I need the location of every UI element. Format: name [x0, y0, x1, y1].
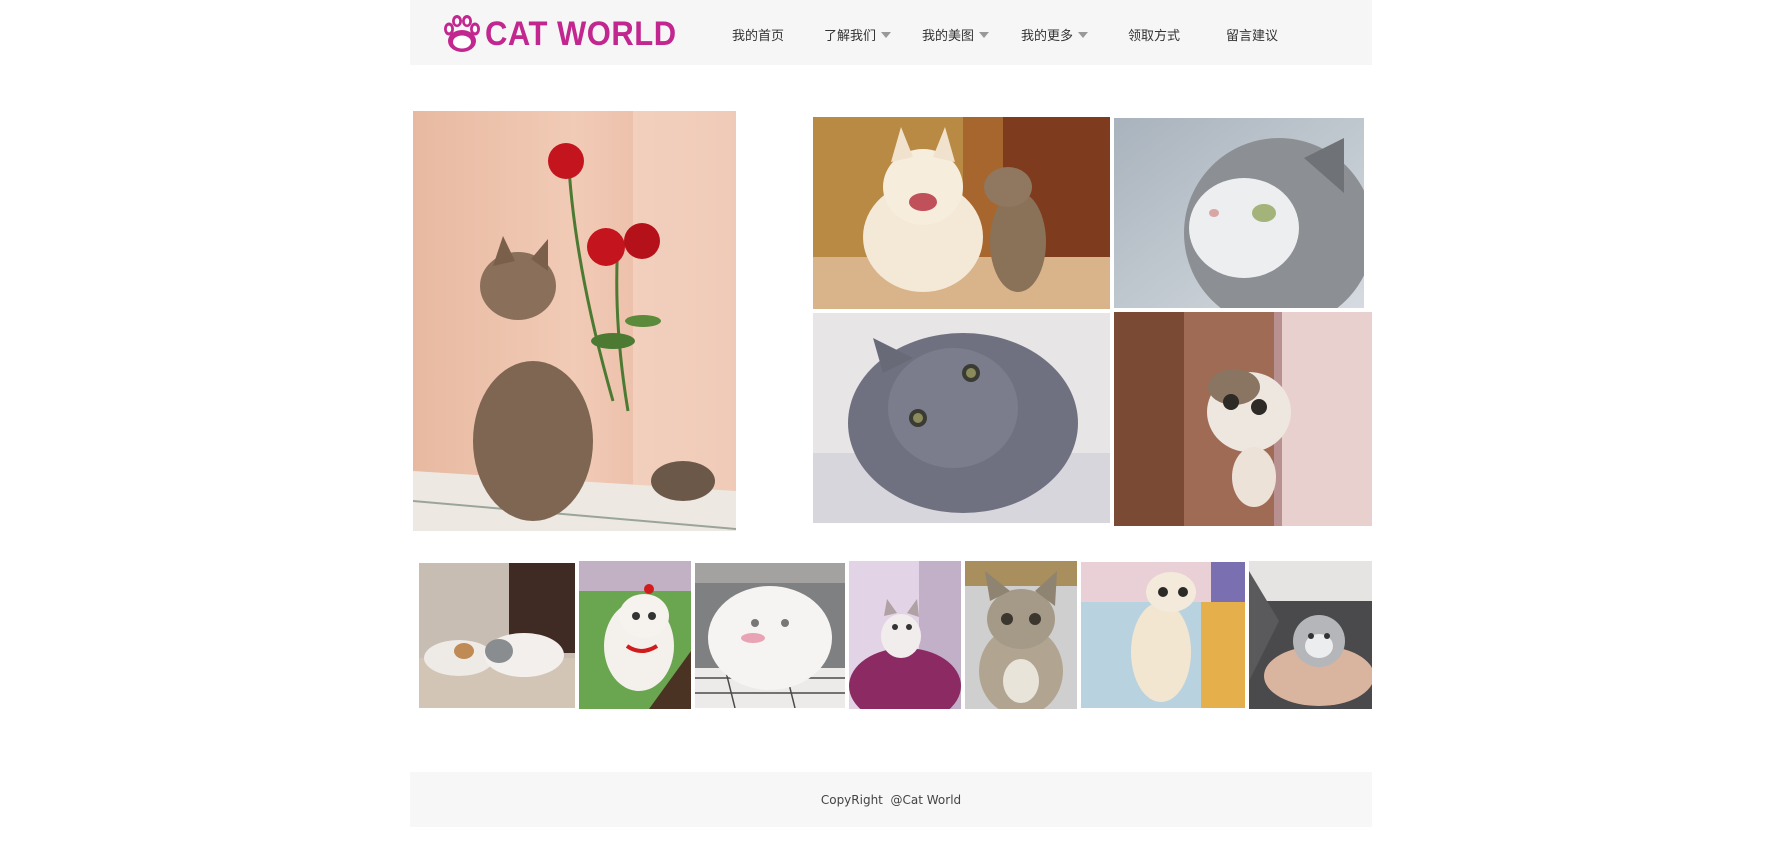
chevron-down-icon	[979, 31, 990, 38]
smiling-dog-and-cat-photo[interactable]	[813, 117, 1110, 309]
nav-item-get-method[interactable]: 领取方式	[1128, 24, 1180, 44]
nav-item-label: 我的更多	[1021, 28, 1074, 44]
nav-item-label: 留言建议	[1226, 28, 1279, 44]
kitten-on-purple-cushion-photo[interactable]	[849, 561, 961, 709]
cream-kitten-standing-photo[interactable]	[1081, 562, 1245, 708]
grey-white-cat-profile-photo[interactable]	[1114, 118, 1364, 308]
nav-item-label: 我的美图	[922, 28, 975, 44]
site-footer: CopyRight @Cat World	[410, 772, 1372, 827]
kitten-in-hand-photo[interactable]	[1249, 561, 1372, 709]
nav-item-home[interactable]: 我的首页	[732, 24, 784, 44]
grey-kitten-lying-photo[interactable]	[813, 313, 1110, 523]
nav-item-about[interactable]: 了解我们	[824, 24, 892, 44]
copyright-text: CopyRight @Cat World	[820, 792, 962, 807]
white-kitten-red-collar-photo[interactable]	[579, 561, 691, 709]
nav-item-label: 了解我们	[824, 28, 877, 44]
site-header: CAT WORLD 我的首页 了解我们 我的美图 我的更多 领取方式 留言建议	[410, 0, 1372, 65]
nav-item-feedback[interactable]: 留言建议	[1226, 24, 1278, 44]
white-fluffy-cat-photo[interactable]	[695, 563, 845, 708]
cat-with-red-roses-photo[interactable]	[413, 111, 736, 531]
two-kittens-lying-photo[interactable]	[419, 563, 575, 708]
nav-item-gallery[interactable]: 我的美图	[922, 24, 990, 44]
brand-name: CAT WORLD	[485, 13, 677, 54]
paw-icon	[444, 15, 480, 52]
site-logo[interactable]: CAT WORLD	[442, 14, 677, 54]
nav-item-label: 我的首页	[732, 28, 785, 44]
tabby-kitten-sitting-photo[interactable]	[965, 561, 1077, 709]
chevron-down-icon	[1078, 31, 1089, 38]
nav-item-label: 领取方式	[1128, 28, 1181, 44]
nav-item-more[interactable]: 我的更多	[1021, 24, 1089, 44]
kitten-peeking-behind-door-photo[interactable]	[1114, 312, 1372, 526]
chevron-down-icon	[881, 31, 892, 38]
